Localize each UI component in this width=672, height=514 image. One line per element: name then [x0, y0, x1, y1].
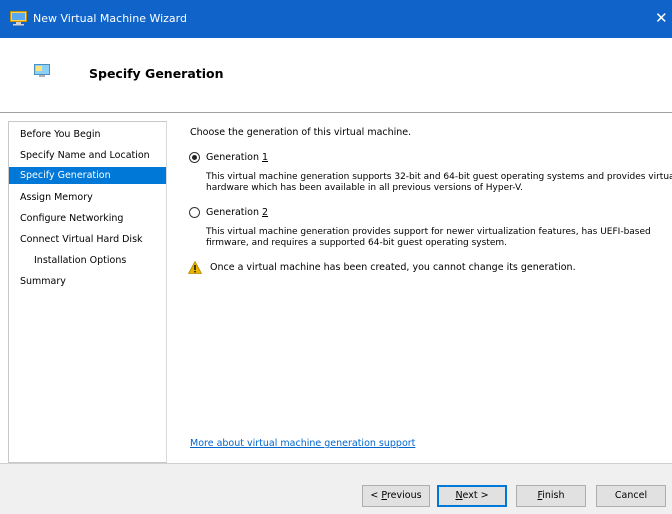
nav-item-specify-generation[interactable]: Specify Generation [9, 167, 166, 184]
wizard-header: Specify Generation [0, 38, 672, 113]
generation-1-description: This virtual machine generation supports… [206, 172, 672, 193]
generation-prompt: Choose the generation of this virtual ma… [190, 127, 412, 138]
previous-button[interactable]: < Previous [362, 485, 430, 507]
nav-item-installation-options[interactable]: Installation Options [9, 252, 166, 269]
generation-1-label[interactable]: Generation 1 [206, 152, 268, 163]
nav-item-before-you-begin[interactable]: Before You Begin [9, 126, 166, 143]
nav-item-specify-name-and-location[interactable]: Specify Name and Location [9, 147, 166, 164]
nav-item-configure-networking[interactable]: Configure Networking [9, 210, 166, 227]
page-title: Specify Generation [89, 66, 224, 81]
warning-icon [188, 261, 202, 274]
cancel-button[interactable]: Cancel [596, 485, 666, 507]
monitor-icon [34, 64, 50, 77]
content-pane: Choose the generation of this virtual ma… [175, 121, 672, 463]
generation-2-description: This virtual machine generation provides… [206, 227, 651, 248]
nav-item-assign-memory[interactable]: Assign Memory [9, 189, 166, 206]
wizard-steps-nav: Before You Begin Specify Name and Locati… [8, 121, 167, 463]
next-button[interactable]: Next > [437, 485, 507, 507]
radio-selected-dot [192, 155, 197, 160]
monitor-icon [10, 11, 27, 26]
generation-1-radio[interactable] [189, 152, 200, 163]
window-title: New Virtual Machine Wizard [33, 12, 187, 25]
generation-2-radio[interactable] [189, 207, 200, 218]
close-icon[interactable]: ✕ [655, 8, 668, 28]
generation-2-label[interactable]: Generation 2 [206, 207, 268, 218]
nav-item-connect-virtual-hard-disk[interactable]: Connect Virtual Hard Disk [9, 231, 166, 248]
wizard-footer: < Previous Next > Finish Cancel [0, 463, 672, 514]
nav-item-summary[interactable]: Summary [9, 273, 166, 290]
title-bar: New Virtual Machine Wizard ✕ [0, 0, 672, 38]
finish-button[interactable]: Finish [516, 485, 586, 507]
more-info-link[interactable]: More about virtual machine generation su… [190, 438, 415, 449]
warning-text: Once a virtual machine has been created,… [210, 262, 576, 273]
